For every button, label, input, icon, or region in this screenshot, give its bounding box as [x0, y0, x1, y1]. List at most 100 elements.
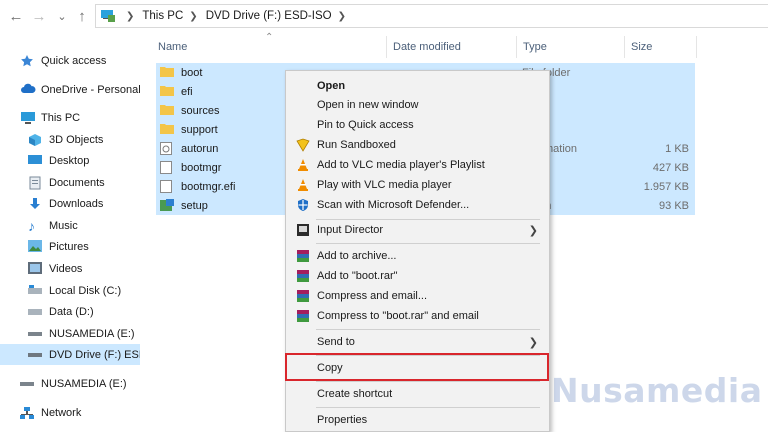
disk-icon [28, 284, 44, 298]
file-size: 427 KB [652, 161, 689, 174]
menu-item-label: Pin to Quick access [317, 119, 414, 131]
menu-separator [316, 243, 540, 244]
winrar-icon [296, 289, 310, 303]
sidebar-item-quick-access[interactable]: Quick access [0, 50, 140, 71]
usb-drive-icon [20, 377, 36, 391]
menu-item-label: Input Director [317, 224, 384, 236]
menu-item-label: Open in new window [317, 99, 419, 111]
breadcrumb-chevron-icon[interactable]: ❯ [338, 11, 346, 22]
sidebar-item-nusamedia-e-root[interactable]: NUSAMEDIA (E:) [0, 373, 140, 394]
column-header-name[interactable]: Name [152, 36, 387, 58]
address-bar[interactable]: ❯ This PC ❯ DVD Drive (F:) ESD-ISO ❯ [95, 4, 768, 28]
sidebar-item-local-disk-c[interactable]: Local Disk (C:) [0, 280, 140, 301]
menu-item-add-archive[interactable]: Add to archive... [287, 246, 548, 266]
recent-locations-chevron-icon[interactable]: ⌄ [52, 6, 72, 26]
menu-item-create-shortcut[interactable]: Create shortcut [287, 384, 548, 404]
column-header-date-modified[interactable]: Date modified [387, 36, 517, 58]
usb-drive-icon [28, 327, 44, 341]
watermark-text: Nusamedia [551, 370, 763, 410]
file-name: boot [181, 66, 203, 79]
column-header-size[interactable]: Size [625, 36, 697, 58]
menu-item-compress-boot-email[interactable]: Compress to "boot.rar" and email [287, 306, 548, 326]
sidebar-item-pictures[interactable]: Pictures [0, 236, 140, 257]
desktop-icon [28, 154, 44, 168]
submenu-arrow-icon: ❯ [528, 224, 538, 237]
menu-item-compress-email[interactable]: Compress and email... [287, 286, 548, 306]
menu-item-open[interactable]: Open [287, 76, 548, 96]
file-icon [160, 161, 174, 174]
menu-item-label: Add to archive... [317, 250, 397, 262]
sidebar-item-videos[interactable]: Videos [0, 258, 140, 279]
network-icon [20, 406, 36, 420]
breadcrumb-chevron-icon[interactable]: ❯ [189, 11, 197, 22]
back-arrow-icon[interactable]: ← [6, 6, 26, 26]
sidebar-item-label: NUSAMEDIA (E:) [41, 377, 127, 390]
sidebar-item-desktop[interactable]: Desktop [0, 150, 140, 171]
sidebar-item-label: 3D Objects [49, 133, 104, 146]
menu-item-add-boot-rar[interactable]: Add to "boot.rar" [287, 266, 548, 286]
up-arrow-icon[interactable]: ↑ [72, 6, 92, 26]
sidebar-item-3d-objects[interactable]: 3D Objects [0, 129, 140, 150]
star-icon [20, 54, 36, 68]
column-header-label: Size [631, 41, 653, 53]
menu-item-properties[interactable]: Properties [287, 410, 548, 430]
sidebar-item-network[interactable]: Network [0, 402, 140, 423]
file-name: support [181, 123, 218, 136]
sidebar-item-downloads[interactable]: Downloads [0, 193, 140, 214]
sidebar-item-label: Music [49, 219, 78, 232]
menu-item-input-director[interactable]: Input Director ❯ [287, 220, 548, 240]
sidebar-item-onedrive[interactable]: OneDrive - Personal [0, 79, 140, 100]
submenu-arrow-icon: ❯ [528, 336, 538, 349]
setup-info-icon [160, 142, 174, 155]
breadcrumb-dvd-drive[interactable]: DVD Drive (F:) ESD-ISO [206, 10, 332, 22]
file-icon [160, 180, 174, 193]
sidebar-item-dvd-drive[interactable]: DVD Drive (F:) ESD-ISO [0, 344, 140, 365]
menu-item-send-to[interactable]: Send to ❯ [287, 332, 548, 352]
address-toolbar: ← → ⌄ ↑ ❯ This PC ❯ DVD Drive (F:) ESD-I… [0, 0, 768, 32]
sidebar-item-documents[interactable]: Documents [0, 172, 140, 193]
music-icon: ♪ [28, 217, 35, 234]
sidebar-item-label: Pictures [49, 240, 89, 253]
winrar-icon [296, 309, 310, 323]
sidebar-item-this-pc[interactable]: This PC [0, 107, 140, 128]
menu-item-label: Compress to "boot.rar" and email [317, 310, 479, 322]
breadcrumb-this-pc[interactable]: This PC [142, 10, 183, 22]
sidebar-item-label: Quick access [41, 54, 107, 67]
winrar-icon [296, 249, 310, 263]
dvd-drive-icon [28, 348, 44, 362]
documents-icon [28, 176, 44, 190]
file-name: setup [181, 199, 208, 212]
folder-icon [160, 66, 174, 79]
sidebar-item-nusamedia-e[interactable]: NUSAMEDIA (E:) [0, 323, 140, 344]
sidebar-item-label: Desktop [49, 154, 90, 167]
breadcrumb-chevron-icon: ❯ [126, 10, 135, 22]
menu-item-vlc-playlist[interactable]: Add to VLC media player's Playlist [287, 155, 548, 175]
menu-item-run-sandboxed[interactable]: Run Sandboxed [287, 135, 548, 155]
column-header-type[interactable]: Type [517, 36, 625, 58]
menu-item-defender-scan[interactable]: Scan with Microsoft Defender... [287, 195, 548, 215]
menu-separator [316, 381, 540, 382]
menu-item-open-new-window[interactable]: Open in new window [287, 95, 548, 115]
menu-item-label: Add to "boot.rar" [317, 270, 398, 282]
sidebar-item-data-d[interactable]: Data (D:) [0, 301, 140, 322]
disk-icon [28, 305, 44, 319]
vlc-cone-icon [296, 178, 310, 192]
menu-item-vlc-play[interactable]: Play with VLC media player [287, 175, 548, 195]
forward-arrow-icon[interactable]: → [29, 6, 49, 26]
sidebar-item-music[interactable]: ♪ Music [0, 215, 140, 236]
navigation-pane: Quick access OneDrive - Personal This PC… [0, 32, 140, 432]
setup-app-icon [160, 199, 174, 212]
menu-item-label: Send to [317, 336, 355, 348]
pc-location-icon [100, 9, 116, 23]
menu-separator [316, 329, 540, 330]
menu-item-label: Add to VLC media player's Playlist [317, 159, 485, 171]
file-name: bootmgr.efi [181, 180, 236, 193]
menu-item-label: Scan with Microsoft Defender... [317, 199, 470, 211]
folder-icon [160, 85, 174, 98]
sandboxie-icon [296, 138, 310, 152]
cloud-icon [20, 83, 36, 97]
menu-item-pin-quick-access[interactable]: Pin to Quick access [287, 115, 548, 135]
input-director-icon [296, 223, 310, 237]
file-name: autorun [181, 142, 219, 155]
sidebar-item-label: This PC [41, 111, 81, 124]
